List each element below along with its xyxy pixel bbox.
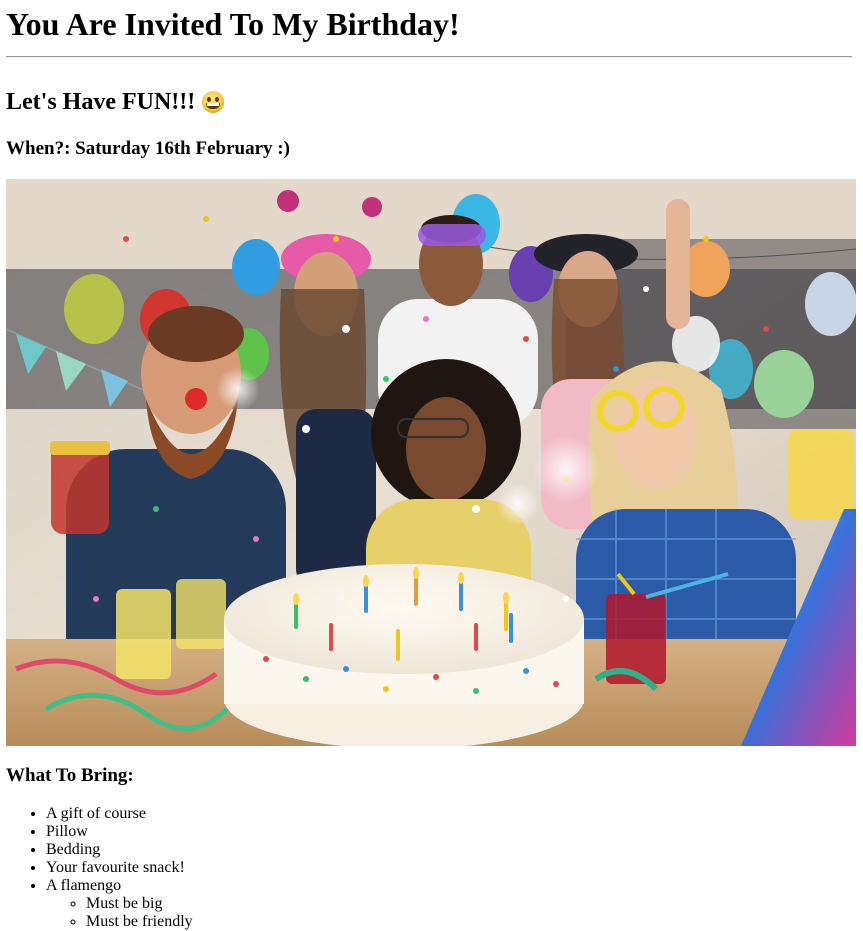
list-item: A gift of course bbox=[46, 805, 193, 823]
what-to-bring-heading: What To Bring: bbox=[6, 765, 134, 786]
list-item: Bedding bbox=[46, 841, 193, 859]
list-item: Must be big bbox=[86, 895, 193, 913]
list-item-flamengo: A flamengo Must be big Must be friendly bbox=[46, 877, 193, 931]
grinning-face-icon bbox=[202, 91, 225, 113]
tagline-heading: Let's Have FUN!!! bbox=[6, 88, 225, 116]
list-item-label: A flamengo bbox=[46, 877, 122, 894]
list-item: Must be friendly bbox=[86, 913, 193, 931]
what-to-bring-list: A gift of course Pillow Bedding Your fav… bbox=[6, 805, 193, 931]
party-photo bbox=[6, 179, 856, 746]
event-date-heading: When?: Saturday 16th February :) bbox=[6, 138, 290, 159]
list-item: Your favourite snack! bbox=[46, 859, 193, 877]
tagline-text: Let's Have FUN!!! bbox=[6, 89, 196, 115]
horizontal-rule bbox=[6, 56, 852, 58]
flamengo-details-list: Must be big Must be friendly bbox=[46, 895, 193, 931]
page-title: You Are Invited To My Birthday! bbox=[6, 6, 460, 42]
list-item: Pillow bbox=[46, 823, 193, 841]
